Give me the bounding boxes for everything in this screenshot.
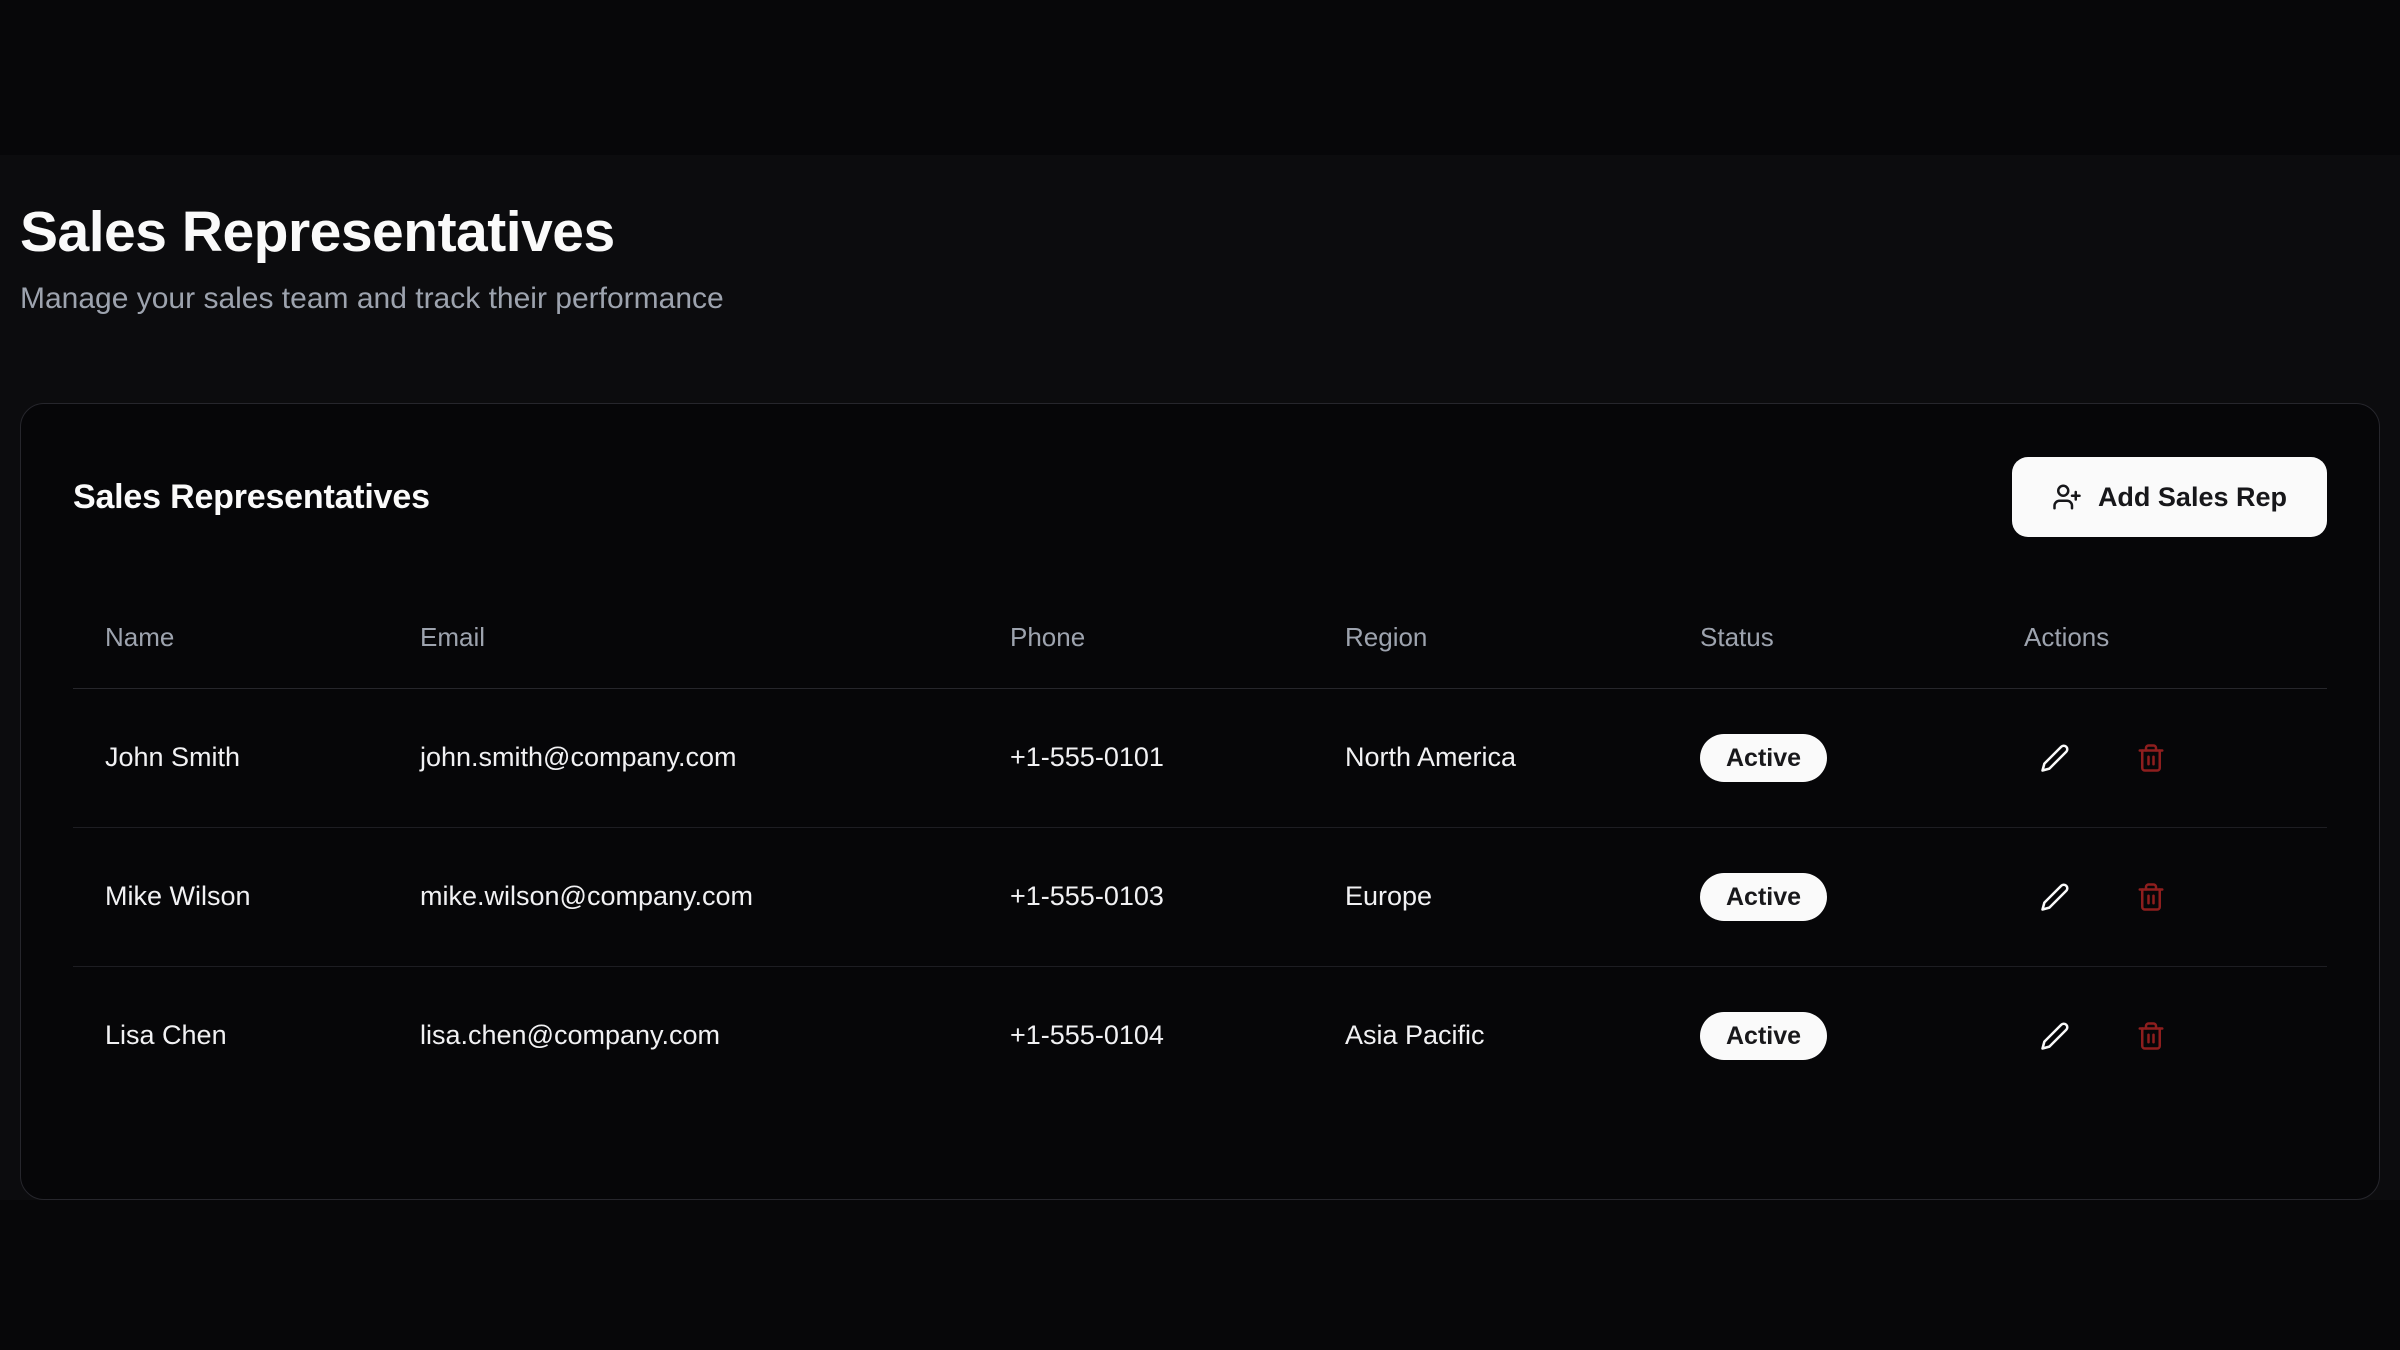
delete-button[interactable]: [2120, 1005, 2182, 1067]
status-cell: Active: [1668, 688, 1992, 827]
top-header-band: [0, 0, 2400, 155]
name-cell: John Smith: [73, 688, 388, 827]
region-cell: Asia Pacific: [1313, 966, 1668, 1105]
column-header-phone: Phone: [978, 588, 1313, 688]
edit-button[interactable]: [2024, 1005, 2086, 1067]
sales-reps-card: Sales Representatives Add Sales Rep: [20, 403, 2380, 1200]
status-badge: Active: [1700, 734, 1827, 782]
status-badge: Active: [1700, 1012, 1827, 1060]
phone-cell: +1-555-0103: [978, 827, 1313, 966]
column-header-status: Status: [1668, 588, 1992, 688]
email-cell: mike.wilson@company.com: [388, 827, 978, 966]
email-cell: lisa.chen@company.com: [388, 966, 978, 1105]
phone-cell: +1-555-0104: [978, 966, 1313, 1105]
page-title: Sales Representatives: [20, 199, 2380, 265]
delete-button[interactable]: [2120, 866, 2182, 928]
column-header-region: Region: [1313, 588, 1668, 688]
column-header-name: Name: [73, 588, 388, 688]
email-cell: john.smith@company.com: [388, 688, 978, 827]
edit-button[interactable]: [2024, 866, 2086, 928]
add-sales-rep-button[interactable]: Add Sales Rep: [2012, 457, 2327, 537]
name-cell: Mike Wilson: [73, 827, 388, 966]
add-sales-rep-button-label: Add Sales Rep: [2098, 482, 2287, 513]
status-badge: Active: [1700, 873, 1827, 921]
pencil-icon: [2040, 743, 2070, 773]
column-header-email: Email: [388, 588, 978, 688]
region-cell: Europe: [1313, 827, 1668, 966]
actions-cell: [1992, 827, 2327, 966]
column-header-actions: Actions: [1992, 588, 2327, 688]
phone-cell: +1-555-0101: [978, 688, 1313, 827]
trash-icon: [2136, 743, 2166, 773]
table-row: John Smith john.smith@company.com +1-555…: [73, 688, 2327, 827]
main-content: Sales Representatives Manage your sales …: [0, 155, 2400, 1200]
actions-cell: [1992, 966, 2327, 1105]
table-header-row: Name Email Phone Region Status Actions: [73, 588, 2327, 688]
sales-reps-table: Name Email Phone Region Status Actions J…: [73, 588, 2327, 1105]
trash-icon: [2136, 1021, 2166, 1051]
region-cell: North America: [1313, 688, 1668, 827]
actions-cell: [1992, 688, 2327, 827]
table-row: Lisa Chen lisa.chen@company.com +1-555-0…: [73, 966, 2327, 1105]
status-cell: Active: [1668, 966, 1992, 1105]
trash-icon: [2136, 882, 2166, 912]
pencil-icon: [2040, 882, 2070, 912]
edit-button[interactable]: [2024, 727, 2086, 789]
name-cell: Lisa Chen: [73, 966, 388, 1105]
status-cell: Active: [1668, 827, 1992, 966]
delete-button[interactable]: [2120, 727, 2182, 789]
pencil-icon: [2040, 1021, 2070, 1051]
table-row: Mike Wilson mike.wilson@company.com +1-5…: [73, 827, 2327, 966]
user-plus-icon: [2052, 482, 2082, 512]
card-title: Sales Representatives: [73, 478, 430, 517]
card-header: Sales Representatives Add Sales Rep: [73, 456, 2327, 538]
page-subtitle: Manage your sales team and track their p…: [20, 279, 2380, 318]
